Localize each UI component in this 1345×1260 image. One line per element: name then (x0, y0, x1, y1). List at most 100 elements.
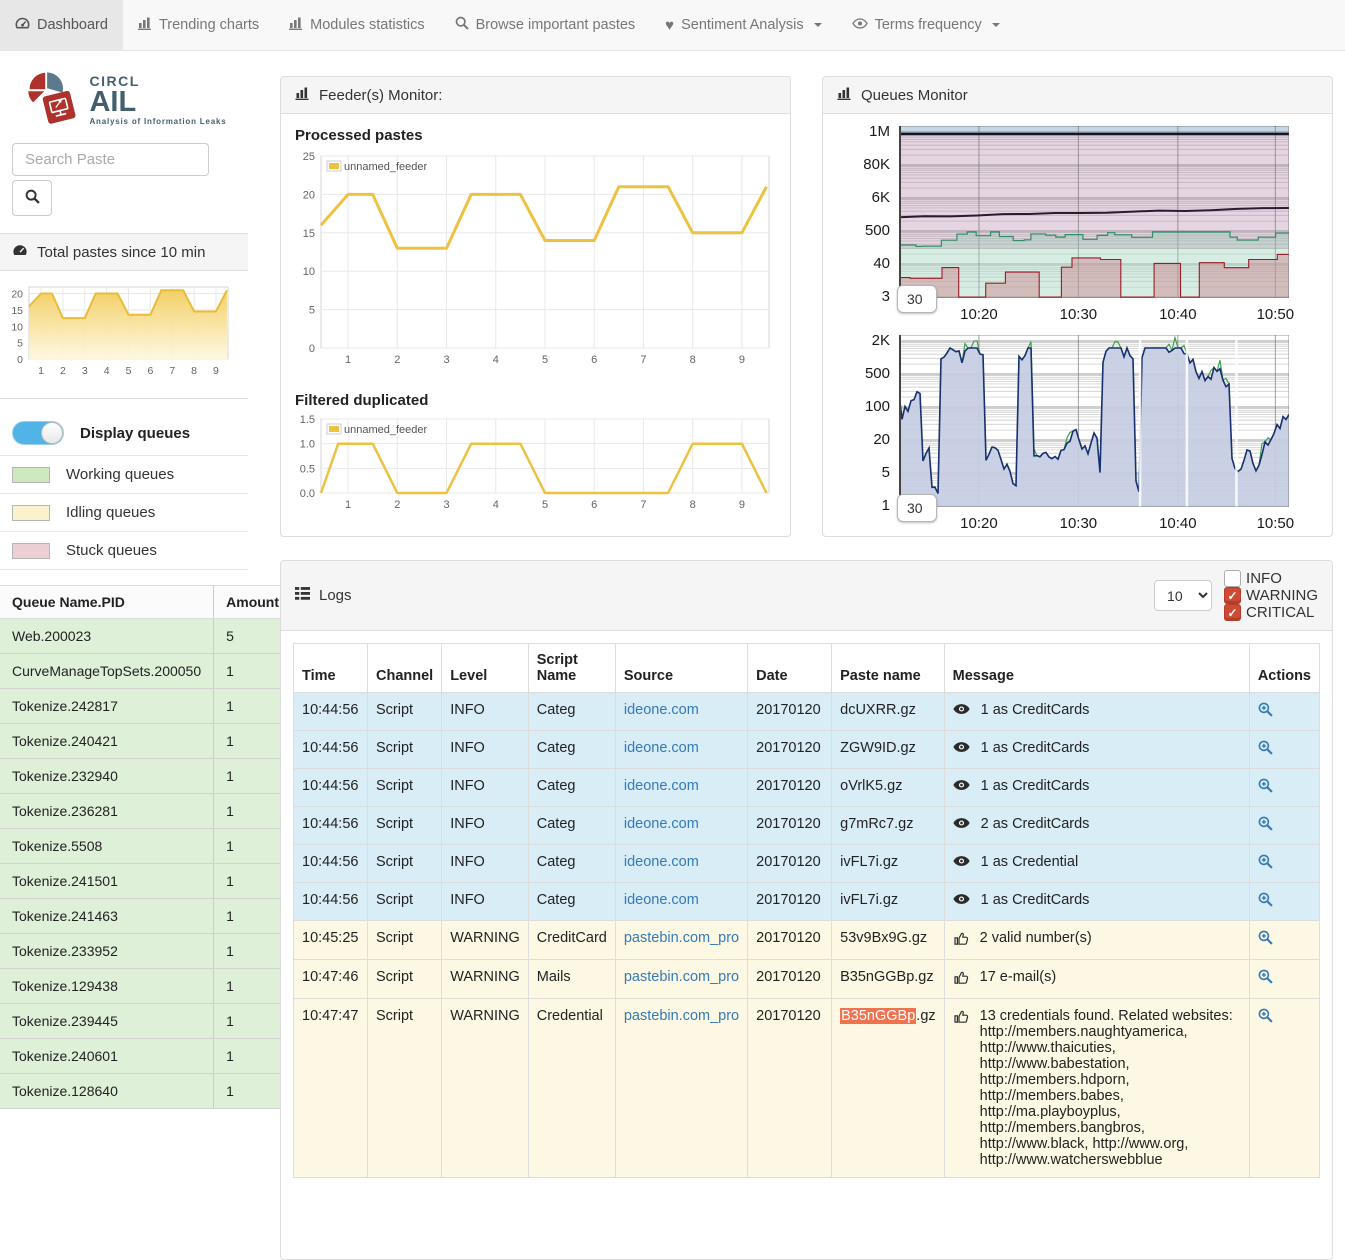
log-paste-name: B35nGGBp.gz (832, 999, 945, 1178)
svg-text:5: 5 (309, 305, 315, 317)
logs-header-script-name: Script Name (528, 644, 615, 693)
checkbox-checked-icon[interactable]: ✓ (1224, 587, 1241, 604)
nav-dashboard[interactable]: Dashboard (0, 0, 123, 50)
filter-warning[interactable]: ✓WARNING (1224, 587, 1318, 604)
log-source: pastebin.com_pro (615, 921, 747, 960)
queue-row: Tokenize.55081 (0, 829, 292, 864)
source-link[interactable]: ideone.com (624, 892, 699, 908)
queue-table-header-name: Queue Name.PID (0, 586, 214, 619)
source-link[interactable]: ideone.com (624, 702, 699, 718)
log-paste-name: ZGW9ID.gz (832, 731, 945, 769)
x-axis-labels: 10:2010:3010:4010:50 (899, 512, 1289, 536)
search-input[interactable] (12, 143, 209, 176)
nav-label: Dashboard (37, 17, 108, 33)
bar-chart-icon (289, 16, 303, 34)
feeder-monitor-header: Feeder(s) Monitor: (281, 77, 790, 114)
display-queues-row: Display queues (0, 411, 248, 455)
log-date: 20170120 (748, 883, 832, 921)
source-link[interactable]: ideone.com (624, 778, 699, 794)
x-axis-labels: 10:2010:3010:4010:50 (899, 303, 1289, 327)
legend-item-working: Working queues (0, 455, 248, 493)
source-link[interactable]: ideone.com (624, 740, 699, 756)
nav-modules-statistics[interactable]: Modules statistics (274, 0, 439, 50)
filter-info[interactable]: INFO (1224, 570, 1318, 587)
log-paste-name: ivFL7i.gz (832, 845, 945, 883)
zoom-in-icon[interactable] (1258, 854, 1273, 873)
display-queues-toggle[interactable] (12, 421, 64, 445)
svg-text:0.0: 0.0 (300, 488, 315, 500)
source-link[interactable]: pastebin.com_pro (624, 930, 739, 946)
nav-trending-charts[interactable]: Trending charts (123, 0, 274, 50)
bar-chart-icon (138, 16, 152, 34)
legend-item-idling: Idling queues (0, 493, 248, 531)
checkbox-unchecked-icon[interactable] (1224, 570, 1241, 587)
dashboard-icon (12, 243, 28, 261)
log-actions (1249, 921, 1319, 960)
logo-product: AIL (89, 89, 226, 117)
queue-row: Tokenize.2415011 (0, 864, 292, 899)
x-tick-label: 10:40 (1159, 306, 1197, 323)
log-channel: Script (368, 769, 442, 807)
log-level: WARNING (442, 921, 529, 960)
chevron-down-icon (992, 23, 1000, 27)
zoom-in-icon[interactable] (1258, 702, 1273, 721)
total-pastes-header: Total pastes since 10 min (0, 233, 248, 271)
source-link[interactable]: ideone.com (624, 854, 699, 870)
log-channel: Script (368, 960, 442, 999)
source-link[interactable]: ideone.com (624, 816, 699, 832)
eye-icon (953, 703, 970, 719)
y-axis-labels: 2K5001002051 (833, 335, 899, 507)
y-tick-label: 3 (882, 288, 890, 305)
source-link[interactable]: pastebin.com_pro (624, 969, 739, 985)
log-channel: Script (368, 693, 442, 731)
log-actions (1249, 807, 1319, 845)
nav-browse-important-pastes[interactable]: Browse important pastes (440, 0, 651, 50)
queue-cell: Tokenize.239445 (0, 1004, 214, 1039)
log-row: 10:47:46ScriptWARNINGMailspastebin.com_p… (294, 960, 1320, 999)
zoom-in-icon[interactable] (1258, 892, 1273, 911)
source-link[interactable]: pastebin.com_pro (624, 1008, 739, 1024)
logo-subtitle: Analysis of Information Leaks (89, 117, 226, 126)
log-script-name: Credential (528, 999, 615, 1178)
y-tick-label: 5 (882, 464, 890, 481)
queue-cell: Tokenize.240601 (0, 1039, 214, 1074)
page-size-select[interactable]: 10 (1154, 580, 1212, 611)
zoom-in-icon[interactable] (1258, 740, 1273, 759)
log-time: 10:44:56 (294, 731, 368, 769)
svg-text:25: 25 (303, 151, 315, 163)
log-source: ideone.com (615, 731, 747, 769)
zoom-in-icon[interactable] (1258, 778, 1273, 797)
nav-terms-frequency[interactable]: Terms frequency (837, 0, 1015, 50)
svg-text:3: 3 (443, 354, 449, 366)
x-tick-label: 10:30 (1060, 515, 1098, 532)
filter-critical[interactable]: ✓ CRITICAL (1224, 604, 1318, 621)
log-date: 20170120 (748, 693, 832, 731)
log-channel: Script (368, 921, 442, 960)
log-row: 10:44:56ScriptINFOCategideone.com2017012… (294, 807, 1320, 845)
nav-label: Terms frequency (875, 17, 982, 33)
chevron-down-icon (814, 23, 822, 27)
queue-cell: Tokenize.233952 (0, 934, 214, 969)
checkbox-checked-icon[interactable]: ✓ (1224, 604, 1241, 621)
nav-sentiment-analysis[interactable]: ♥ Sentiment Analysis (650, 0, 836, 50)
legend-item-stuck: Stuck queues (0, 531, 248, 570)
legend-label: Stuck queues (66, 542, 157, 559)
log-script-name: Categ (528, 883, 615, 921)
logs-header-level: Level (442, 644, 529, 693)
zoom-in-icon[interactable] (1258, 969, 1273, 988)
svg-text:1: 1 (345, 499, 351, 511)
zoom-in-icon[interactable] (1258, 1008, 1273, 1027)
logs-header: Logs 10 INFO✓WARNING✓CRITICAL (281, 561, 1332, 631)
log-time: 10:45:25 (294, 921, 368, 960)
log-script-name: Categ (528, 731, 615, 769)
message-text: 1 as CreditCards (981, 892, 1090, 908)
logs-table: TimeChannelLevelScript NameSourceDatePas… (293, 643, 1320, 1178)
filter-label: CRITICAL (1246, 604, 1314, 621)
message-text: 2 valid number(s) (980, 930, 1092, 946)
log-channel: Script (368, 807, 442, 845)
svg-text:0.5: 0.5 (300, 463, 315, 475)
zoom-in-icon[interactable] (1258, 930, 1273, 949)
search-button[interactable] (12, 180, 52, 216)
zoom-in-icon[interactable] (1258, 816, 1273, 835)
log-message: 17 e-mail(s) (944, 960, 1249, 999)
